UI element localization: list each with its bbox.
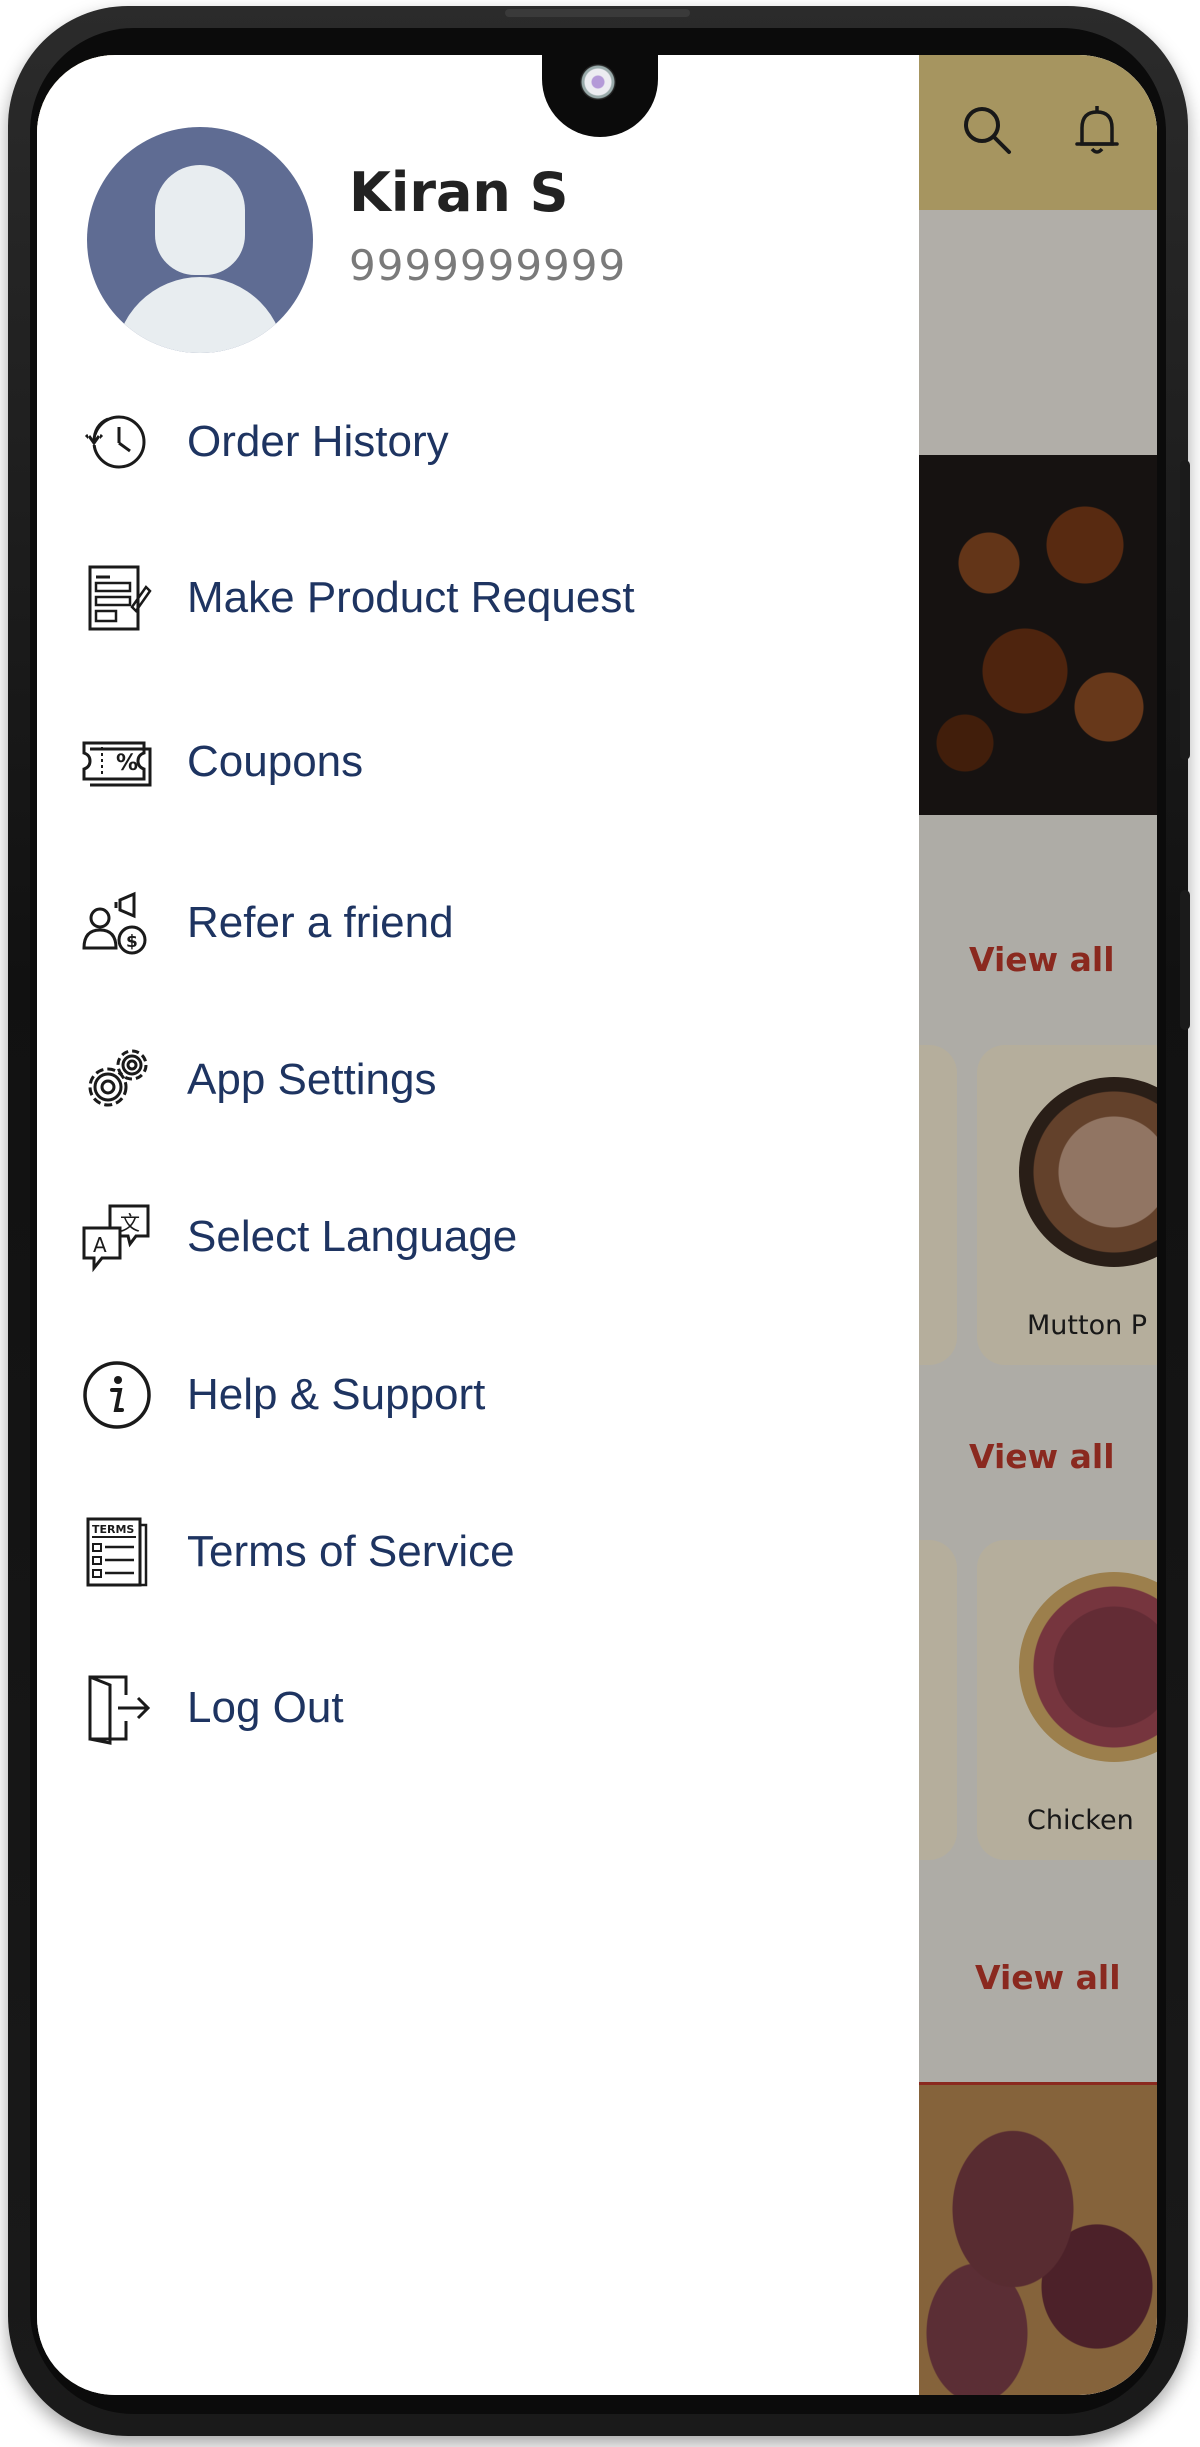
svg-text:$: $ (126, 932, 138, 952)
terms-icon: TERMS (77, 1512, 157, 1592)
power-button (1180, 890, 1190, 1030)
menu-item-label: App Settings (187, 1055, 437, 1104)
user-avatar-icon[interactable] (87, 127, 313, 353)
menu-item-label: Make Product Request (187, 573, 635, 622)
menu-item-label: Log Out (187, 1683, 344, 1732)
menu-item-coupons[interactable]: % Coupons (77, 712, 897, 812)
volume-button (1180, 460, 1190, 760)
svg-text:文: 文 (120, 1211, 140, 1235)
front-camera (580, 64, 616, 100)
navigation-drawer: Kiran S 9999999999 Order History Make Pr… (37, 55, 919, 2395)
menu-item-select-language[interactable]: 文 A Select Language (77, 1187, 897, 1287)
menu-item-label: Refer a friend (187, 898, 454, 947)
menu-item-help-support[interactable]: Help & Support (77, 1345, 897, 1445)
coupon-icon: % (77, 722, 157, 802)
menu-item-label: Help & Support (187, 1370, 486, 1419)
svg-text:TERMS: TERMS (92, 1523, 134, 1536)
earpiece-speaker (505, 9, 690, 17)
user-name: Kiran S (349, 161, 569, 224)
menu-item-label: Order History (187, 417, 449, 466)
menu-item-label: Terms of Service (187, 1527, 515, 1576)
menu-item-label: Coupons (187, 737, 364, 786)
menu-item-refer-a-friend[interactable]: $ Refer a friend (77, 873, 897, 973)
logout-icon (77, 1668, 157, 1748)
menu-item-terms-of-service[interactable]: TERMS Terms of Service (77, 1502, 897, 1602)
svg-text:%: % (116, 751, 138, 776)
gear-icon (77, 1040, 157, 1120)
menu-item-order-history[interactable]: Order History (77, 392, 897, 492)
refer-icon: $ (77, 883, 157, 963)
language-icon: 文 A (77, 1197, 157, 1277)
request-form-icon (77, 558, 157, 638)
user-phone: 9999999999 (349, 241, 627, 290)
menu-item-label: Select Language (187, 1212, 518, 1261)
menu-item-app-settings[interactable]: App Settings (77, 1030, 897, 1130)
menu-item-make-product-request[interactable]: Make Product Request (77, 548, 897, 648)
history-icon (77, 402, 157, 482)
screen: View all Mutton P View all Chicken View … (37, 55, 1157, 2395)
info-icon (77, 1355, 157, 1435)
svg-text:A: A (93, 1233, 107, 1257)
menu-item-log-out[interactable]: Log Out (77, 1658, 897, 1758)
